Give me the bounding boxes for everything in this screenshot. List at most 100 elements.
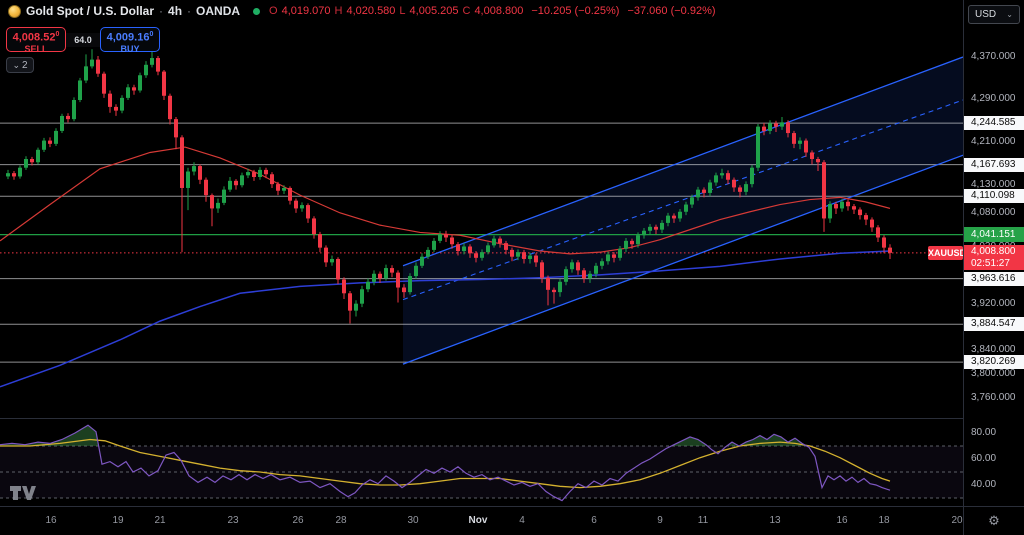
pane-separator[interactable] xyxy=(0,418,1024,419)
symbol-info-bar: Gold Spot / U.S. Dollar · 4h · OANDA O4,… xyxy=(8,0,716,22)
candle-body xyxy=(708,182,712,192)
price-tick-label: 4,290.000 xyxy=(971,93,1016,105)
currency-toggle-button[interactable]: USD ⌄ xyxy=(968,5,1020,24)
last-price-value: 4,008.800 xyxy=(971,245,1024,258)
candle-body xyxy=(534,256,538,263)
candle-body xyxy=(666,216,670,223)
axis-settings-cell[interactable]: ⚙ xyxy=(963,507,1024,535)
gear-icon[interactable]: ⚙ xyxy=(988,514,1000,529)
sell-button[interactable]: 4,008.520 SELL xyxy=(6,27,66,52)
candle-body xyxy=(756,127,760,168)
price-tick-label: 3,760.000 xyxy=(971,392,1016,404)
time-tick-label: 11 xyxy=(688,515,718,526)
change-value-2: −37.060 (−0.92%) xyxy=(627,5,715,17)
candle-body xyxy=(780,122,784,126)
candle-body xyxy=(294,201,298,209)
candle-body xyxy=(48,141,52,144)
candle-body xyxy=(726,173,730,180)
candle-body xyxy=(498,239,502,244)
high-value: 4,020.580 xyxy=(346,5,395,17)
time-tick-label: 16 xyxy=(827,515,857,526)
level-axis-label: 3,820.269 xyxy=(964,355,1024,369)
candle-body xyxy=(390,268,394,273)
candle-body xyxy=(72,100,76,119)
separator-dot: · xyxy=(187,4,191,18)
candle-body xyxy=(678,212,682,219)
candle-body xyxy=(816,159,820,162)
candle-body xyxy=(36,150,40,162)
candle-body xyxy=(438,234,442,241)
collapse-indicators-button[interactable]: ⌄ 2 xyxy=(6,57,34,73)
close-value: 4,008.800 xyxy=(474,5,523,17)
time-tick-label: 18 xyxy=(869,515,899,526)
last-price-axis-label: 4,008.800 02:51:27 xyxy=(964,245,1024,270)
candle-body xyxy=(96,60,100,74)
chart-canvas[interactable] xyxy=(0,0,963,535)
candle-body xyxy=(426,250,430,257)
candle-body xyxy=(66,116,70,119)
sell-price-sup: 0 xyxy=(55,31,59,38)
candle-body xyxy=(198,166,202,180)
candle-body xyxy=(522,252,526,259)
candle-body xyxy=(840,202,844,209)
candle-body xyxy=(12,173,16,176)
candle-body xyxy=(288,188,292,201)
candle-body xyxy=(696,190,700,198)
green-level-axis-label: 4,041.151 xyxy=(964,227,1024,242)
candle-body xyxy=(402,288,406,293)
candle-body xyxy=(78,80,82,100)
sell-price: 4,008.52 xyxy=(13,32,56,44)
exchange-label: OANDA xyxy=(196,4,240,18)
buy-price-sup: 0 xyxy=(149,31,153,38)
candle-body xyxy=(648,227,652,231)
sell-label: SELL xyxy=(7,45,65,54)
candle-body xyxy=(270,174,274,184)
candle-body xyxy=(750,168,754,184)
time-tick-label: 30 xyxy=(398,515,428,526)
candle-body xyxy=(732,180,736,188)
candle-body xyxy=(246,172,250,175)
candle-body xyxy=(564,269,568,282)
candle-body xyxy=(852,206,856,209)
symbol-price-tag: XAUUSD xyxy=(928,246,963,260)
buy-price: 4,009.16 xyxy=(107,32,150,44)
candle-body xyxy=(570,262,574,269)
candle-body xyxy=(90,60,94,67)
market-open-dot-icon xyxy=(253,8,260,15)
candle-body xyxy=(768,123,772,131)
trend-channel-fill xyxy=(403,57,963,364)
candle-body xyxy=(792,133,796,144)
high-label: H xyxy=(335,5,343,17)
candle-body xyxy=(714,175,718,182)
trade-buttons-panel: 4,008.520 SELL 64.0 4,009.160 BUY xyxy=(6,27,160,52)
candle-body xyxy=(138,75,142,90)
candle-body xyxy=(114,107,118,111)
candle-body xyxy=(546,278,550,290)
symbol-title[interactable]: Gold Spot / U.S. Dollar xyxy=(26,4,154,18)
candle-body xyxy=(336,259,340,280)
time-axis[interactable]: ⚙ 16192123262830Nov4691113161820 xyxy=(0,506,1024,535)
candle-body xyxy=(444,234,448,237)
interval-label[interactable]: 4h xyxy=(168,4,182,18)
candle-body xyxy=(882,237,886,247)
candle-body xyxy=(528,256,532,259)
candle-body xyxy=(510,250,514,257)
candle-body xyxy=(864,215,868,219)
tradingview-logo[interactable] xyxy=(10,485,36,501)
candle-body xyxy=(690,197,694,204)
candle-body xyxy=(216,203,220,209)
price-axis[interactable]: USD ⌄ 4,041.151 4,008.800 02:51:27 4,370… xyxy=(963,0,1024,506)
candle-body xyxy=(822,162,826,218)
candle-body xyxy=(798,141,802,144)
chevron-down-icon: ⌄ xyxy=(12,62,20,68)
candle-body xyxy=(660,223,664,230)
buy-button[interactable]: 4,009.160 BUY xyxy=(100,27,160,52)
close-label: C xyxy=(462,5,470,17)
indicator-tick-label: 60.00 xyxy=(971,453,996,465)
candle-body xyxy=(636,235,640,244)
indicator-tick-label: 80.00 xyxy=(971,427,996,439)
level-axis-label: 3,963.616 xyxy=(964,272,1024,286)
candle-body xyxy=(618,249,622,258)
low-value: 4,005.205 xyxy=(410,5,459,17)
candle-body xyxy=(132,87,136,90)
